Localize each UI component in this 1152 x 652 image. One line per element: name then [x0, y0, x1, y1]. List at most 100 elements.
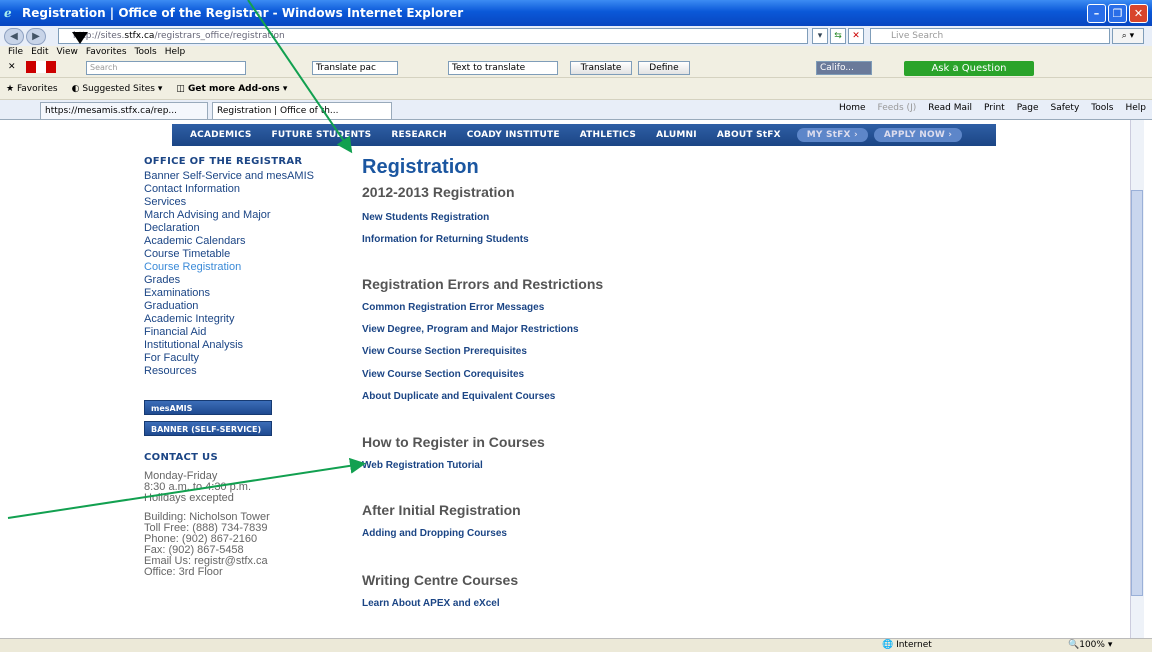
toolbar-search-input[interactable]: Search [86, 61, 246, 75]
main-link[interactable]: View Degree, Program and Major Restricti… [362, 324, 579, 335]
suggested-sites-link[interactable]: ◐ Suggested Sites ▾ [72, 84, 163, 94]
get-addons-link[interactable]: ◫ Get more Add-ons ▾ [176, 84, 287, 94]
sidebar-link[interactable]: Contact Information [144, 183, 364, 196]
page-content: ACADEMICS FUTURE STUDENTS RESEARCH COADY… [12, 120, 1130, 638]
sidebar-link[interactable]: Academic Calendars [144, 235, 364, 248]
window-titlebar: ℯ Registration | Office of the Registrar… [0, 0, 1152, 26]
contact-info: Building: Nicholson Tower Toll Free: (88… [144, 511, 270, 578]
section-heading: 2012-2013 Registration [362, 184, 515, 200]
translate-page-select[interactable]: Translate pac [312, 61, 398, 75]
addon-toolbar: ✕ Search Translate pac Text to translate… [0, 58, 1152, 78]
live-search-input[interactable]: Live Search [870, 28, 1110, 44]
sidebar-link[interactable]: Institutional Analysis [144, 339, 364, 352]
zoom-control[interactable]: 🔍100% ▾ [1068, 640, 1112, 650]
nav-academics[interactable]: ACADEMICS [180, 130, 262, 140]
sidebar-link[interactable]: Financial Aid [144, 326, 364, 339]
tab-registration[interactable]: Registration | Office of th... [212, 102, 392, 119]
sidebar-link[interactable]: Resources [144, 365, 364, 378]
nav-athletics[interactable]: ATHLETICS [570, 130, 646, 140]
menu-favorites[interactable]: Favorites [86, 47, 127, 57]
office-hours: Monday-Friday 8:30 a.m. to 4:30 p.m. Hol… [144, 470, 252, 504]
sidebar-link[interactable]: For Faculty [144, 352, 364, 365]
menu-edit[interactable]: Edit [31, 47, 48, 57]
main-link[interactable]: Learn About APEX and eXcel [362, 598, 500, 609]
main-link[interactable]: Adding and Dropping Courses [362, 528, 507, 539]
address-bar[interactable]: http://sites.stfx.ca/registrars_office/r… [58, 28, 808, 44]
scrollbar-thumb[interactable] [1131, 190, 1143, 596]
main-link[interactable]: About Duplicate and Equivalent Courses [362, 391, 555, 402]
address-domain: stfx.ca [124, 31, 155, 41]
cmd-home[interactable]: Home [839, 103, 866, 113]
menu-help[interactable]: Help [165, 47, 186, 57]
nav-my-stfx[interactable]: MY StFX › [796, 128, 868, 142]
nav-future-students[interactable]: FUTURE STUDENTS [262, 130, 382, 140]
section-heading: Registration Errors and Restrictions [362, 276, 604, 292]
addon-dropdown[interactable]: Califo... [816, 61, 872, 75]
address-path: /registrars_office/registration [154, 31, 285, 41]
zoom-label: 100% [1079, 640, 1105, 650]
nav-coady[interactable]: COADY INSTITUTE [457, 130, 570, 140]
refresh-icon[interactable]: ⇆ [830, 28, 846, 44]
address-prefix: http://sites. [73, 31, 125, 41]
back-icon[interactable]: ◀ [4, 27, 24, 45]
zone-label: Internet [896, 640, 932, 650]
sidebar: OFFICE OF THE REGISTRAR Banner Self-Serv… [144, 148, 364, 578]
cmd-safety[interactable]: Safety [1051, 103, 1080, 113]
main-link[interactable]: View Course Section Corequisites [362, 369, 524, 380]
mesamis-button[interactable]: mesAMIS [144, 400, 272, 415]
tab-mesamis[interactable]: https://mesamis.stfx.ca/rep... [40, 102, 208, 119]
site-nav: ACADEMICS FUTURE STUDENTS RESEARCH COADY… [172, 124, 996, 146]
favorites-label: Favorites [16, 83, 58, 94]
maximize-button[interactable]: ❐ [1108, 4, 1127, 23]
cmd-feeds[interactable]: Feeds (J) [878, 103, 917, 113]
sidebar-link[interactable]: Course Timetable [144, 248, 364, 261]
sidebar-link[interactable]: Declaration [144, 222, 364, 235]
menu-bar: File Edit View Favorites Tools Help [0, 46, 1152, 58]
sidebar-link[interactable]: March Advising and Major [144, 209, 364, 222]
sidebar-link-current[interactable]: Course Registration [144, 261, 364, 274]
menu-tools[interactable]: Tools [135, 47, 157, 57]
sidebar-link[interactable]: Banner Self-Service and mesAMIS [144, 170, 364, 183]
sidebar-link[interactable]: Examinations [144, 287, 364, 300]
main-link[interactable]: Information for Returning Students [362, 234, 529, 245]
address-row: ◀ ▶ http://sites.stfx.ca/registrars_offi… [0, 26, 1152, 46]
web-registration-tutorial-link[interactable]: Web Registration Tutorial [362, 460, 483, 471]
cmd-help[interactable]: Help [1125, 103, 1146, 113]
addons-label: Get more Add-ons [188, 83, 280, 94]
nav-apply-now[interactable]: APPLY NOW › [873, 128, 963, 142]
nav-about[interactable]: ABOUT StFX [707, 130, 791, 140]
minimize-button[interactable]: – [1087, 4, 1106, 23]
cmd-page[interactable]: Page [1017, 103, 1039, 113]
section-heading: How to Register in Courses [362, 434, 545, 450]
favorites-bar: ★ Favorites ◐ Suggested Sites ▾ ◫ Get mo… [0, 78, 1152, 100]
menu-view[interactable]: View [57, 47, 78, 57]
nav-research[interactable]: RESEARCH [381, 130, 456, 140]
flag-icon[interactable] [26, 61, 56, 73]
sidebar-link[interactable]: Services [144, 196, 364, 209]
define-button[interactable]: Define [638, 61, 690, 75]
main-link[interactable]: Common Registration Error Messages [362, 302, 544, 313]
cmd-print[interactable]: Print [984, 103, 1005, 113]
menu-file[interactable]: File [8, 47, 23, 57]
cmd-read-mail[interactable]: Read Mail [928, 103, 972, 113]
banner-button[interactable]: BANNER (SELF-SERVICE) [144, 421, 272, 436]
close-toolbar-icon[interactable]: ✕ [8, 62, 16, 72]
nav-alumni[interactable]: ALUMNI [646, 130, 707, 140]
sidebar-link[interactable]: Graduation [144, 300, 364, 313]
status-bar: 🌐 Internet 🔍100% ▾ [0, 638, 1152, 652]
text-to-translate-input[interactable]: Text to translate [448, 61, 558, 75]
sidebar-link[interactable]: Grades [144, 274, 364, 287]
close-button[interactable]: ✕ [1129, 4, 1148, 23]
main-link[interactable]: New Students Registration [362, 212, 489, 223]
favorites-button[interactable]: ★ Favorites [6, 84, 58, 94]
sidebar-link[interactable]: Academic Integrity [144, 313, 364, 326]
search-icon[interactable]: ⌕ ▾ [1112, 28, 1144, 44]
sidebar-heading: OFFICE OF THE REGISTRAR [144, 156, 303, 167]
stop-icon[interactable]: ✕ [848, 28, 864, 44]
forward-icon[interactable]: ▶ [26, 27, 46, 45]
cmd-tools[interactable]: Tools [1091, 103, 1113, 113]
dropdown-icon[interactable]: ▾ [812, 28, 828, 44]
main-link[interactable]: View Course Section Prerequisites [362, 346, 527, 357]
ask-question-button[interactable]: Ask a Question [904, 61, 1034, 76]
translate-button[interactable]: Translate [570, 61, 632, 75]
